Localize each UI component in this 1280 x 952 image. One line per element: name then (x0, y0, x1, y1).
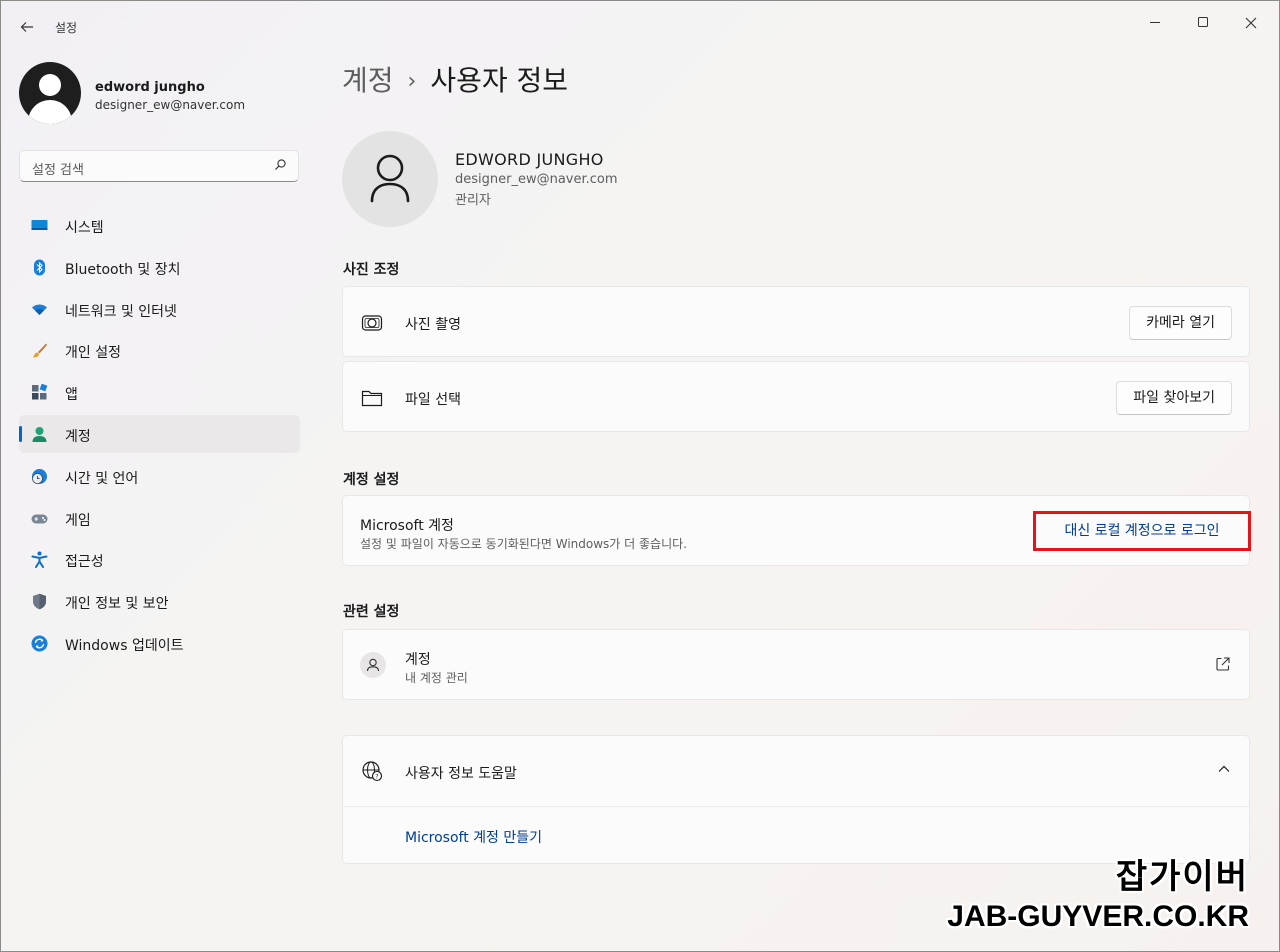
sidebar-item-windows-update[interactable]: Windows 업데이트 (19, 624, 300, 662)
minimize-button[interactable] (1135, 11, 1175, 37)
sidebar-item-system[interactable]: 시스템 (19, 206, 300, 244)
choose-file-row: 파일 선택 파일 찾아보기 (342, 361, 1250, 432)
globe-clock-icon (32, 468, 47, 484)
minimize-icon (1150, 22, 1160, 23)
active-indicator (19, 425, 22, 442)
sidebar-item-bluetooth[interactable]: Bluetooth 및 장치 (19, 248, 300, 286)
update-icon (31, 635, 48, 652)
help-expander: ? 사용자 정보 도움말 Microsoft 계정 만들기 (342, 735, 1250, 864)
open-camera-button[interactable]: 카메라 열기 (1129, 306, 1232, 340)
apps-icon (32, 384, 48, 400)
camera-icon (361, 315, 383, 331)
related-accounts-row[interactable]: 계정 내 계정 관리 (342, 629, 1250, 700)
close-button[interactable] (1231, 11, 1271, 37)
section-title-photo: 사진 조정 (343, 262, 400, 278)
section-title-account: 계정 설정 (343, 472, 400, 488)
sidebar-item-gaming[interactable]: 게임 (19, 499, 300, 537)
sidebar-item-label: 앱 (65, 387, 78, 404)
bluetooth-icon (34, 259, 45, 276)
avatar (19, 62, 81, 124)
maximize-button[interactable] (1183, 11, 1223, 37)
title-bar: 설정 (1, 1, 1279, 47)
breadcrumb-separator: › (407, 69, 417, 94)
ms-account-title: Microsoft 계정 (360, 518, 454, 534)
help-expander-header[interactable]: ? 사용자 정보 도움말 (343, 736, 1249, 806)
browse-files-button[interactable]: 파일 찾아보기 (1116, 381, 1232, 415)
back-button[interactable] (13, 15, 41, 39)
sidebar-item-personalization[interactable]: 개인 설정 (19, 331, 300, 369)
search-placeholder: 설정 검색 (32, 163, 84, 178)
sidebar-item-label: 네트워크 및 인터넷 (65, 303, 177, 320)
external-link-icon (1216, 657, 1230, 671)
sidebar-item-label: 시스템 (65, 220, 104, 236)
svg-text:?: ? (375, 774, 378, 781)
watermark-domain: JAB-GUYVER.CO.KR (947, 900, 1249, 933)
sidebar-item-label: 접근성 (65, 554, 104, 571)
user-info: EDWORD JUNGHO designer_ew@naver.com 관리자 (455, 150, 618, 208)
breadcrumb: 계정 › 사용자 정보 (342, 59, 568, 99)
accessibility-icon (31, 551, 48, 569)
globe-help-icon: ? (362, 761, 383, 782)
folder-icon (361, 390, 383, 407)
sidebar-item-label: 개인 설정 (65, 345, 121, 362)
create-ms-account-link[interactable]: Microsoft 계정 만들기 (405, 827, 542, 847)
sidebar-item-accessibility[interactable]: 접근성 (19, 540, 300, 578)
user-role: 관리자 (455, 193, 491, 208)
watermark: 잡가이버 JAB-GUYVER.CO.KR (947, 849, 1249, 934)
system-icon (31, 220, 48, 230)
sidebar-item-privacy[interactable]: 개인 정보 및 보안 (19, 582, 300, 620)
choose-file-label: 파일 선택 (405, 392, 461, 408)
section-title-related: 관련 설정 (343, 604, 400, 620)
sidebar-item-apps[interactable]: 앱 (19, 373, 300, 411)
sidebar-item-accounts[interactable]: 계정 (19, 414, 300, 453)
gamepad-icon (31, 514, 48, 524)
profile-email: designer_ew@naver.com (95, 98, 246, 112)
search-icon (275, 159, 286, 170)
take-photo-label: 사진 촬영 (405, 317, 461, 333)
local-signin-link[interactable]: 대신 로컬 계정으로 로그인 (1033, 511, 1251, 551)
ms-account-desc: 설정 및 파일이 자동으로 동기화된다면 Windows가 더 좋습니다. (360, 537, 687, 551)
sidebar-item-network[interactable]: 네트워크 및 인터넷 (19, 290, 300, 328)
watermark-korean: 잡가이버 (1115, 857, 1249, 897)
account-icon (32, 426, 47, 442)
sidebar-item-label: Bluetooth 및 장치 (65, 261, 181, 278)
user-name: EDWORD JUNGHO (455, 150, 604, 169)
sidebar-item-time-language[interactable]: 시간 및 언어 (19, 457, 300, 495)
sidebar-item-label: 개인 정보 및 보안 (65, 596, 169, 613)
page-title: 사용자 정보 (430, 64, 569, 97)
divider (343, 806, 1249, 807)
take-photo-row: 사진 촬영 카메라 열기 (342, 286, 1250, 357)
app-title: 설정 (55, 21, 78, 35)
account-circle-icon (360, 652, 386, 678)
help-title: 사용자 정보 도움말 (405, 766, 517, 782)
shield-icon (33, 593, 46, 610)
brush-icon (33, 343, 47, 358)
close-icon (1245, 17, 1257, 29)
sidebar-item-label: Windows 업데이트 (65, 637, 184, 654)
user-email: designer_ew@naver.com (455, 172, 618, 187)
search-input[interactable]: 설정 검색 (19, 150, 299, 182)
profile-name: edword jungho (95, 80, 205, 95)
maximize-icon (1198, 17, 1208, 27)
user-avatar (342, 131, 438, 227)
sidebar-item-label: 계정 (65, 428, 91, 445)
breadcrumb-parent[interactable]: 계정 (342, 64, 394, 97)
chevron-up-icon (1218, 765, 1230, 772)
settings-window: 설정 edword jungho designer_ew@naver.com 설… (0, 0, 1280, 952)
related-accounts-title: 계정 (405, 652, 431, 668)
back-arrow-icon (20, 22, 33, 32)
person-icon (370, 154, 410, 203)
related-accounts-sub: 내 계정 관리 (405, 671, 468, 685)
sidebar-nav: 시스템 Bluetooth 및 장치 네트워크 및 인터넷 개인 설정 앱 계정… (19, 206, 300, 666)
sidebar-item-label: 시간 및 언어 (65, 470, 139, 487)
wifi-icon (32, 304, 47, 315)
microsoft-account-row: Microsoft 계정 설정 및 파일이 자동으로 동기화된다면 Window… (342, 495, 1251, 566)
sidebar-item-label: 게임 (65, 512, 91, 529)
